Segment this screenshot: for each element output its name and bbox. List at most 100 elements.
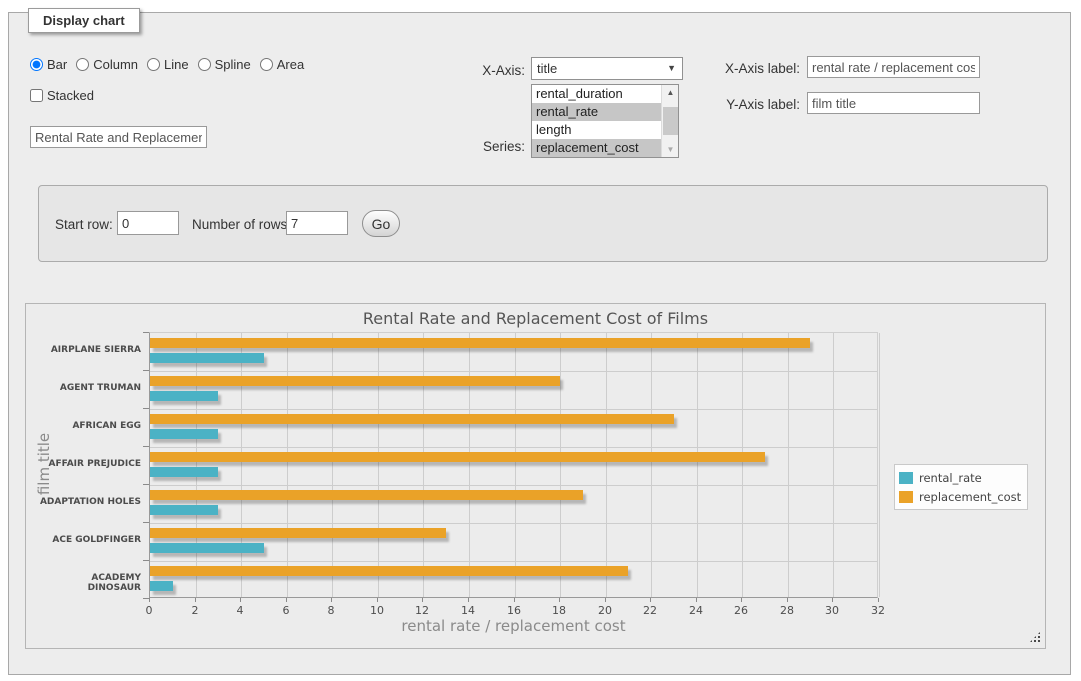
gridline — [150, 371, 877, 372]
x-tickmark — [195, 598, 196, 602]
radio-line[interactable] — [147, 58, 160, 71]
x-tickmark — [514, 598, 515, 602]
start-row-label: Start row: — [55, 217, 113, 232]
x-tick-label: 16 — [494, 604, 534, 617]
legend-item: rental_rate — [899, 468, 1021, 487]
resize-handle[interactable] — [1029, 631, 1041, 643]
bar-replacement_cost — [150, 338, 810, 348]
x-tick-label: 26 — [721, 604, 761, 617]
y-tickmark — [143, 560, 149, 561]
bar-replacement_cost — [150, 566, 628, 576]
x-axis-label-label: X-Axis label: — [712, 61, 800, 76]
x-tickmark — [240, 598, 241, 602]
y-tickmark — [143, 446, 149, 447]
x-tick-label: 24 — [676, 604, 716, 617]
series-option-replacement-cost[interactable]: replacement_cost — [532, 139, 661, 157]
x-tickmark — [377, 598, 378, 602]
y-tickmark — [143, 370, 149, 371]
radio-area[interactable] — [260, 58, 273, 71]
gridline — [150, 561, 877, 562]
category-label: AIRPLANE SIERRA — [36, 345, 141, 355]
gridline — [150, 409, 877, 410]
category-label: AFRICAN EGG — [36, 421, 141, 431]
pagination-panel — [38, 185, 1048, 262]
start-row-input[interactable] — [117, 211, 179, 235]
series-scrollbar[interactable]: ▲ ▼ — [661, 85, 678, 157]
gridline — [515, 333, 516, 597]
gridline — [742, 333, 743, 597]
gridline — [378, 333, 379, 597]
radio-option-area[interactable]: Area — [260, 57, 304, 72]
gridline — [833, 333, 834, 597]
y-tickmark — [143, 522, 149, 523]
radio-option-bar[interactable]: Bar — [30, 57, 67, 72]
scroll-down-icon[interactable]: ▼ — [662, 142, 679, 157]
legend-label: replacement_cost — [919, 490, 1021, 504]
category-label: ADAPTATION HOLES — [36, 497, 141, 507]
panel-title: Display chart — [28, 8, 140, 33]
x-tick-label: 0 — [129, 604, 169, 617]
radio-option-line[interactable]: Line — [147, 57, 189, 72]
series-option-length[interactable]: length — [532, 121, 661, 139]
gridline — [241, 333, 242, 597]
x-tick-label: 20 — [585, 604, 625, 617]
radio-option-spline[interactable]: Spline — [198, 57, 251, 72]
radio-bar-label: Bar — [47, 57, 67, 72]
y-tickmark — [143, 484, 149, 485]
chart-container: Rental Rate and Replacement Cost of Film… — [25, 303, 1046, 649]
x-tickmark — [741, 598, 742, 602]
x-tick-label: 30 — [812, 604, 852, 617]
y-tickmark — [143, 332, 149, 333]
bar-replacement_cost — [150, 452, 765, 462]
x-tickmark — [468, 598, 469, 602]
x-tick-label: 2 — [175, 604, 215, 617]
go-button[interactable]: Go — [362, 210, 400, 237]
x-tick-label: 6 — [266, 604, 306, 617]
radio-column[interactable] — [76, 58, 89, 71]
gridline — [788, 333, 789, 597]
gridline — [150, 447, 877, 448]
gridline — [651, 333, 652, 597]
x-tickmark — [605, 598, 606, 602]
gridline — [332, 333, 333, 597]
scrollbar-thumb[interactable] — [663, 107, 678, 135]
x-axis-title: rental rate / replacement cost — [149, 617, 878, 635]
series-option-rental-duration[interactable]: rental_duration — [532, 85, 661, 103]
category-label: AGENT TRUMAN — [36, 383, 141, 393]
radio-bar[interactable] — [30, 58, 43, 71]
stacked-label: Stacked — [47, 88, 94, 103]
x-tick-label: 4 — [220, 604, 260, 617]
bar-rental_rate — [150, 581, 173, 591]
x-tick-label: 12 — [402, 604, 442, 617]
x-tickmark — [787, 598, 788, 602]
num-rows-input[interactable] — [286, 211, 348, 235]
series-multiselect[interactable]: rental_duration rental_rate length repla… — [531, 84, 679, 158]
x-axis-select-label: X-Axis: — [465, 63, 525, 78]
radio-spline[interactable] — [198, 58, 211, 71]
gridline — [196, 333, 197, 597]
y-axis-label-input[interactable] — [807, 92, 980, 114]
bar-replacement_cost — [150, 528, 446, 538]
x-tickmark — [286, 598, 287, 602]
series-option-rental-rate[interactable]: rental_rate — [532, 103, 661, 121]
y-tickmark — [143, 408, 149, 409]
x-tickmark — [650, 598, 651, 602]
radio-column-label: Column — [93, 57, 138, 72]
scroll-up-icon[interactable]: ▲ — [662, 85, 679, 100]
x-tickmark — [331, 598, 332, 602]
bar-replacement_cost — [150, 414, 674, 424]
radio-option-column[interactable]: Column — [76, 57, 138, 72]
bar-rental_rate — [150, 505, 218, 515]
gridline — [560, 333, 561, 597]
x-tick-label: 14 — [448, 604, 488, 617]
bar-rental_rate — [150, 467, 218, 477]
chart-title-input[interactable] — [30, 126, 207, 148]
chart-title: Rental Rate and Replacement Cost of Film… — [26, 309, 1045, 328]
x-axis-label-input[interactable] — [807, 56, 980, 78]
x-axis-select[interactable]: title ▼ — [531, 57, 683, 80]
stacked-checkbox[interactable] — [30, 89, 43, 102]
x-tick-label: 10 — [357, 604, 397, 617]
x-tick-label: 8 — [311, 604, 351, 617]
radio-area-label: Area — [277, 57, 304, 72]
gridline — [150, 485, 877, 486]
